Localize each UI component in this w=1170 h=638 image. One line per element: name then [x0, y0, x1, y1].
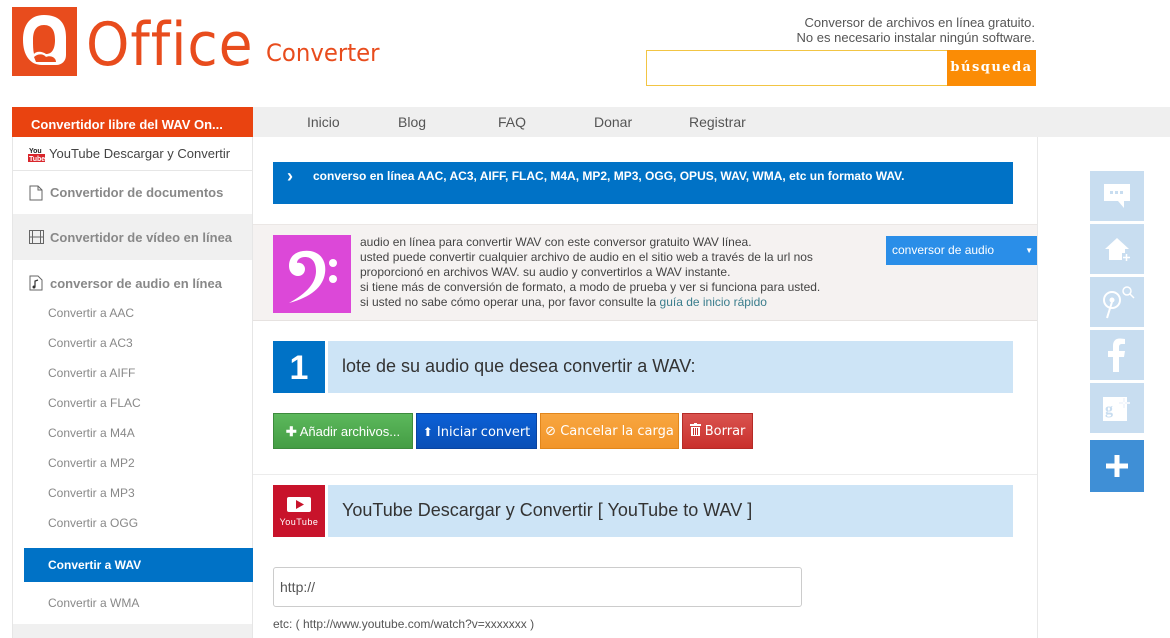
sidebar-subitem-aac[interactable]: Convertir a AAC — [48, 306, 134, 320]
home-add-icon — [1105, 238, 1131, 262]
bass-clef-icon — [273, 235, 351, 313]
search-button[interactable]: búsqueda — [947, 50, 1036, 86]
sidebar-subitem-ogg[interactable]: Convertir a OGG — [48, 516, 138, 530]
delete-button[interactable]: Borrar — [682, 413, 753, 449]
sidebar-subitem-wav-active[interactable]: Convertir a WAV — [24, 548, 253, 582]
sidebar-item-label: conversor de audio en línea — [50, 275, 222, 291]
sidebar-subitem-wma[interactable]: Convertir a WMA — [48, 596, 139, 610]
home-add-button[interactable] — [1090, 224, 1144, 274]
google-plus-button[interactable]: g — [1090, 383, 1144, 433]
logo-mark[interactable] — [12, 7, 77, 76]
cancel-upload-button[interactable]: ⊘ Cancelar la carga — [540, 413, 679, 449]
sidebar-item-label: YouTube Descargar y Convertir — [49, 146, 231, 161]
svg-text:g: g — [1105, 401, 1113, 418]
sidebar-subitem-aiff[interactable]: Convertir a AIFF — [48, 366, 135, 380]
upload-circle-icon: ⬆︎ — [422, 425, 433, 439]
google-plus-icon: g — [1103, 397, 1130, 421]
info-line: si tiene más de conversión de formato, a… — [360, 280, 821, 294]
info-line: proporcionó en archivos WAV. su audio y … — [360, 265, 731, 279]
nav-blog[interactable]: Blog — [398, 107, 426, 137]
sidebar-item-youtube[interactable]: You Tube YouTube Descargar y Convertir — [13, 137, 252, 171]
info-line: si usted no sabe cómo operar una, por fa… — [360, 295, 820, 310]
top-nav: Inicio Blog FAQ Donar Registrar — [253, 107, 1170, 137]
youtube-section-title: YouTube Descargar y Convertir [ YouTube … — [328, 485, 1013, 537]
formats-banner: › conversо en línea AAC, AC3, AIFF, FLAC… — [273, 162, 1013, 204]
info-line-prefix: si usted no sabe cómo operar una, por fa… — [360, 295, 660, 309]
info-line: usted puede convertir cualquier archivo … — [360, 250, 813, 264]
quick-start-link[interactable]: guía de inicio rápido — [660, 295, 767, 309]
step-title: lote de su audio que desea convertir a W… — [328, 341, 1013, 393]
nav-registrar[interactable]: Registrar — [689, 107, 746, 137]
chevron-right-icon: › — [287, 166, 293, 186]
nav-inicio[interactable]: Inicio — [307, 107, 340, 137]
youtube-url-input[interactable] — [273, 567, 802, 607]
sidebar-subitem-mp2[interactable]: Convertir a MP2 — [48, 456, 135, 470]
sidebar-item-label: Convertidor de vídeo en línea — [50, 229, 233, 245]
tagline-line-2: No es necesario instalar ningún software… — [796, 30, 1035, 45]
caret-down-icon: ▼ — [1025, 246, 1033, 255]
sidebar-item-label: Convertidor de documentos — [50, 185, 224, 200]
comment-icon — [1104, 184, 1130, 208]
sidebar-subitem-ac3[interactable]: Convertir a AC3 — [48, 336, 133, 350]
sidebar-item-audio[interactable]: conversor de audio en línea — [13, 267, 252, 299]
youtube-logo-text: YouTube — [279, 517, 319, 527]
svg-text:You: You — [29, 148, 42, 155]
svg-text:Tube: Tube — [29, 156, 45, 162]
trash-icon — [689, 423, 705, 439]
info-section: audio en línea para convertir WAV con es… — [253, 224, 1037, 321]
pinterest-button[interactable] — [1090, 277, 1144, 327]
document-icon — [29, 185, 45, 201]
audio-file-icon — [29, 275, 45, 291]
add-files-label: Añadir archivos... — [299, 424, 401, 439]
start-convert-button[interactable]: ⬆︎ Iniciar convert — [416, 413, 537, 449]
sidebar-item-video[interactable]: Convertidor de vídeo en línea — [13, 214, 252, 260]
dropdown-selected: conversor de audio — [892, 243, 995, 257]
comment-button[interactable] — [1090, 171, 1144, 221]
add-files-button[interactable]: ✚ Añadir archivos... — [273, 413, 413, 449]
sidebar: Convertidor libre del WAV On... You Tube … — [12, 107, 253, 638]
youtube-logo-icon: YouTube — [273, 485, 325, 537]
delete-label: Borrar — [704, 424, 746, 439]
logo-word: Office — [86, 10, 254, 80]
logo-subtitle: Converter — [266, 39, 380, 67]
sidebar-footer — [13, 624, 252, 638]
sidebar-title: Convertidor libre del WAV On... — [12, 107, 253, 137]
section-divider — [253, 474, 1037, 475]
plus-icon — [1106, 455, 1128, 477]
sidebar-subitem-m4a[interactable]: Convertir a M4A — [48, 426, 135, 440]
sidebar-item-documents[interactable]: Convertidor de documentos — [13, 171, 252, 214]
info-line: audio en línea para convertir WAV con es… — [360, 235, 752, 249]
sidebar-subitem-mp3[interactable]: Convertir a MP3 — [48, 486, 135, 500]
ban-icon: ⊘ — [545, 424, 557, 439]
sidebar-subitem-flac[interactable]: Convertir a FLAC — [48, 396, 141, 410]
youtube-icon: You Tube — [28, 146, 45, 163]
tagline: Conversor de archivos en línea gratuito.… — [797, 15, 1035, 45]
logo-q-icon — [23, 15, 66, 65]
info-description: audio en línea para convertir WAV con es… — [360, 235, 820, 310]
more-share-button[interactable] — [1090, 440, 1144, 492]
main-right-border — [1037, 137, 1038, 638]
converter-type-dropdown[interactable]: conversor de audio ▼ — [886, 236, 1037, 265]
facebook-button[interactable] — [1090, 330, 1144, 380]
step-number: 1 — [273, 341, 325, 393]
film-icon — [29, 229, 45, 245]
plus-icon: ✚ — [285, 424, 297, 439]
nav-donar[interactable]: Donar — [594, 107, 632, 137]
banner-text: conversо en línea AAC, AC3, AIFF, FLAC, … — [313, 169, 905, 183]
nav-faq[interactable]: FAQ — [498, 107, 526, 137]
pinterest-search-icon — [1103, 286, 1135, 319]
search-input[interactable] — [646, 50, 948, 86]
cancel-upload-label: Cancelar la carga — [560, 424, 674, 439]
url-hint: etc: ( http://www.youtube.com/watch?v=xx… — [273, 617, 535, 631]
tagline-line-1: Conversor de archivos en línea gratuito. — [804, 15, 1035, 30]
facebook-icon — [1108, 338, 1125, 372]
start-convert-label: Iniciar convert — [436, 425, 531, 440]
